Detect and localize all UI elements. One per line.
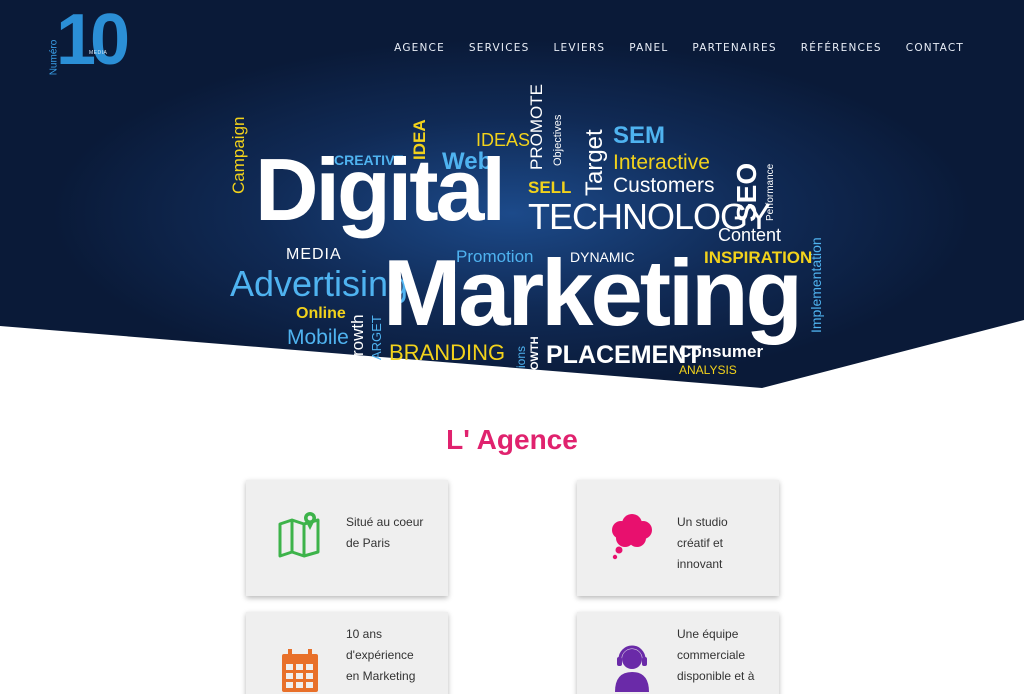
cloud-word-consumer: Consumer: [679, 342, 764, 361]
cloud-word-target: Target: [581, 129, 608, 196]
cloud-word-promote: PROMOTE: [527, 84, 546, 170]
card-text: Un studio créatif et innovant: [677, 512, 767, 575]
card-text: 10 ans d'expérience en Marketing: [346, 624, 436, 687]
card-line: Une équipe: [677, 627, 739, 641]
card-line: Un studio: [677, 515, 728, 529]
card-line: commerciale: [677, 648, 746, 662]
cloud-word-sem: SEM: [613, 122, 666, 149]
cloud-word-analysis: ANALYSIS: [679, 363, 737, 377]
cloud-word-growth: rowth: [348, 314, 367, 356]
cloud-word-ions: ions: [514, 345, 528, 368]
card-text: Une équipe commerciale disponible et à: [677, 624, 767, 687]
cloud-word-online: Online: [296, 305, 346, 322]
cloud-word-customers: Customers: [613, 174, 715, 197]
agency-card-location: Situé au coeur de Paris: [246, 480, 448, 596]
cloud-word-interactive: Interactive: [613, 151, 710, 174]
marketing-word-cloud: Campaign CREATIVE IDEA IDEAS Web PROMOTE…: [0, 0, 1024, 400]
cloud-word-campaign: Campaign: [229, 116, 248, 195]
cloud-word-mobile: Mobile: [287, 326, 349, 349]
map-pin-icon: [276, 510, 326, 560]
cloud-word-digital: Digital: [255, 140, 506, 239]
agency-card-studio: Un studio créatif et innovant: [577, 480, 779, 596]
card-line: disponible et à: [677, 669, 755, 683]
card-text: Situé au coeur de Paris: [346, 512, 436, 554]
cloud-word-owth: OWTH: [529, 336, 541, 370]
card-line: innovant: [677, 557, 723, 571]
agency-card-experience: 10 ans d'expérience en Marketing: [246, 612, 448, 694]
hero-banner: 10 Numéro MEDIA AGENCE SERVICES LEVIERS …: [0, 0, 1024, 400]
thought-cloud-icon: [607, 510, 657, 560]
agency-card-team: Une équipe commerciale disponible et à: [577, 612, 779, 694]
cloud-word-sell: SELL: [528, 178, 572, 197]
cloud-word-implementation: Implementation: [808, 237, 824, 333]
cloud-word-marketing: Marketing: [383, 240, 803, 345]
card-line: d'expérience: [346, 648, 414, 662]
card-line: Situé au coeur: [346, 515, 424, 529]
calendar-icon: [276, 646, 326, 694]
card-line: 10 ans: [346, 627, 383, 641]
card-line: créatif et: [677, 536, 724, 550]
cloud-word-objectives: Objectives: [552, 114, 564, 166]
cloud-word-target-vertical: ARGET: [369, 315, 384, 360]
card-line: de Paris: [346, 536, 391, 550]
headset-person-icon: [607, 642, 657, 692]
card-line: en Marketing: [346, 669, 416, 683]
cloud-word-advertising: Advertising: [230, 263, 409, 304]
cloud-word-branding: BRANDING: [389, 340, 506, 365]
section-title-agence: L' Agence: [446, 424, 578, 455]
cloud-word-media: MEDIA: [286, 246, 342, 263]
